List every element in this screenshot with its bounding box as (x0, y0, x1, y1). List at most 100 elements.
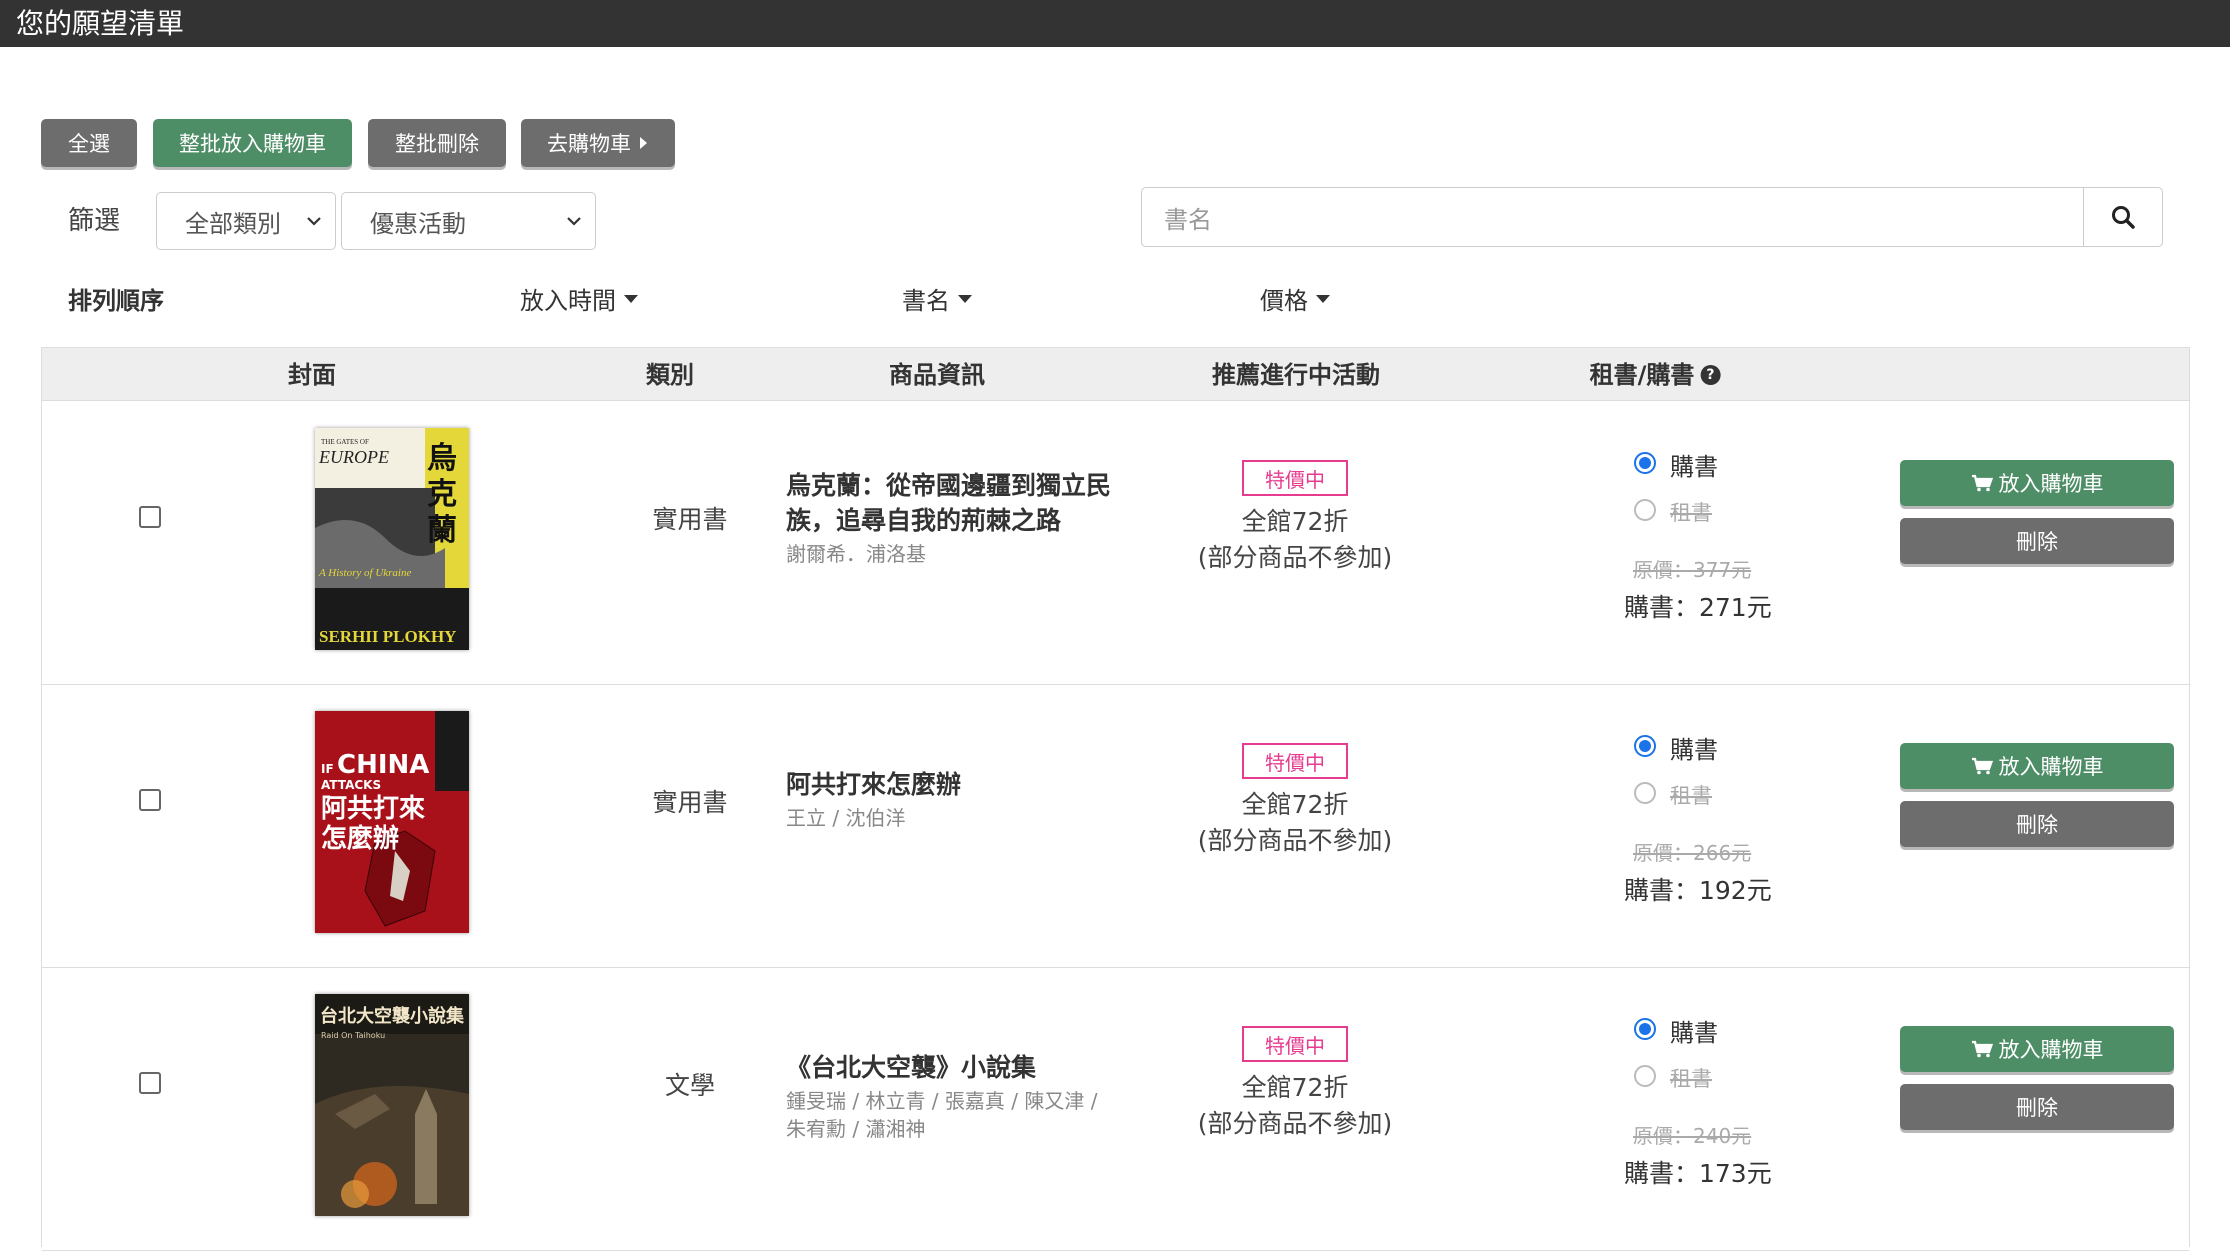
row-checkbox[interactable] (139, 789, 161, 811)
original-price: 原價：240元 (1633, 1124, 1752, 1148)
caret-right-icon (640, 137, 647, 149)
delete-button[interactable]: 刪除 (1900, 518, 2174, 564)
rent-radio-label: 租書 (1670, 784, 1712, 808)
promo-note: (部分商品不參加) (1197, 1109, 1393, 1138)
book-title-link[interactable]: 阿共打來怎麼辦 (786, 767, 1116, 802)
filter-label: 篩選 (68, 206, 121, 236)
add-to-cart-label: 放入購物車 (1998, 1038, 2104, 1062)
bulk-add-cart-button[interactable]: 整批放入購物車 (153, 119, 352, 167)
cover-text-cjk: 烏克蘭 (427, 441, 457, 548)
cover-text-cjk: 台北大空襲小說集 (320, 1005, 465, 1027)
row-category: 文學 (664, 1071, 715, 1100)
rent-radio[interactable] (1634, 1065, 1656, 1087)
page-title-bar: 您的願望清單 (0, 0, 2230, 47)
promo-text: 全館72折 (1241, 507, 1349, 536)
sort-by-price-label: 價格 (1260, 287, 1308, 315)
select-all-button[interactable]: 全選 (41, 119, 137, 167)
header-cover: 封面 (288, 361, 336, 389)
book-title-link[interactable]: 《台北大空襲》小說集 (786, 1050, 1116, 1085)
book-author[interactable]: 鍾旻瑞 / 林立青 / 張嘉真 / 陳又津 / 朱宥勳 / 瀟湘神 (786, 1087, 1106, 1143)
add-to-cart-button[interactable]: 放入購物車 (1900, 1026, 2174, 1072)
cover-text-attacks: ATTACKS (321, 778, 381, 792)
caret-down-icon (624, 294, 638, 303)
header-rent-buy: 租書/購書 ? (1590, 348, 1721, 402)
add-to-cart-button[interactable]: 放入購物車 (1900, 743, 2174, 789)
original-price: 原價：266元 (1633, 841, 1752, 865)
delete-button[interactable]: 刪除 (1900, 801, 2174, 847)
book-author[interactable]: 謝爾希．浦洛基 (786, 540, 1106, 568)
chevron-down-icon (307, 217, 321, 226)
category-select-value: 全部類別 (185, 209, 281, 238)
table-row: IF CHINA ATTACKS 阿共打來 怎麼辦 實用書 阿共打來怎麼辦 王立… (42, 685, 2189, 968)
delete-label: 刪除 (2016, 813, 2058, 837)
promo-text: 全館72折 (1241, 1073, 1349, 1102)
book-title-link[interactable]: 烏克蘭：從帝國邊疆到獨立民族，追尋自我的荊棘之路 (786, 468, 1116, 538)
delete-label: 刪除 (2016, 530, 2058, 554)
original-price: 原價：377元 (1633, 558, 1752, 582)
delete-button[interactable]: 刪除 (1900, 1084, 2174, 1130)
buy-radio[interactable] (1634, 452, 1656, 474)
sort-label: 排列順序 (68, 281, 164, 316)
book-cover[interactable]: 台北大空襲小說集 Raid On Taihoku (315, 994, 469, 1216)
sort-by-title[interactable]: 書名 (902, 281, 972, 316)
header-rent-buy-label: 租書/購書 (1589, 361, 1695, 389)
book-cover[interactable]: THE GATES OF EUROPE 烏克蘭 A History of Ukr… (315, 428, 469, 650)
header-promo: 推薦進行中活動 (1212, 361, 1380, 389)
sort-by-time[interactable]: 放入時間 (520, 281, 638, 316)
promo-text: 全館72折 (1241, 790, 1349, 819)
bulk-delete-button[interactable]: 整批刪除 (368, 119, 506, 167)
sort-label-text: 排列順序 (68, 287, 164, 315)
sort-by-price[interactable]: 價格 (1260, 281, 1330, 316)
cover-text-cjk2: 怎麼辦 (321, 823, 399, 854)
buy-radio[interactable] (1634, 1018, 1656, 1040)
chevron-down-icon (567, 217, 581, 226)
row-category: 實用書 (652, 788, 728, 817)
go-cart-button[interactable]: 去購物車 (521, 119, 675, 167)
search-placeholder: 書名 (1164, 205, 1212, 234)
delete-label: 刪除 (2016, 1096, 2058, 1120)
add-to-cart-button[interactable]: 放入購物車 (1900, 460, 2174, 506)
table-row: THE GATES OF EUROPE 烏克蘭 A History of Ukr… (42, 402, 2189, 685)
buy-price: 購書：173元 (1624, 1159, 1772, 1188)
cover-text-china: CHINA (337, 750, 429, 780)
search-button[interactable] (2083, 187, 2163, 247)
caret-down-icon (1316, 294, 1330, 303)
sale-badge: 特價中 (1242, 743, 1348, 779)
promotion-select-value: 優惠活動 (370, 209, 466, 238)
sale-badge: 特價中 (1242, 460, 1348, 496)
rent-radio[interactable] (1634, 499, 1656, 521)
row-checkbox[interactable] (139, 1072, 161, 1094)
cover-text-sub: A History of Ukraine (318, 567, 411, 579)
wishlist-table: 封面 類別 商品資訊 推薦進行中活動 租書/購書 ? THE GATES OF … (41, 347, 2190, 1251)
question-icon[interactable]: ? (1700, 365, 1721, 385)
row-checkbox[interactable] (139, 506, 161, 528)
cover-text-if: IF (321, 762, 334, 776)
cover-text-top: THE GATES OF (321, 438, 369, 446)
select-all-label: 全選 (68, 132, 110, 156)
search-input[interactable]: 書名 (1141, 187, 2084, 247)
table-row: 台北大空襲小說集 Raid On Taihoku 文學 《台北大空襲》小說集 鍾… (42, 968, 2189, 1251)
book-cover[interactable]: IF CHINA ATTACKS 阿共打來 怎麼辦 (315, 711, 469, 933)
promotion-select[interactable]: 優惠活動 (341, 192, 596, 250)
add-to-cart-label: 放入購物車 (1998, 755, 2104, 779)
rent-radio[interactable] (1634, 782, 1656, 804)
cover-image-taipei: 台北大空襲小說集 Raid On Taihoku (315, 994, 469, 1216)
table-header: 封面 類別 商品資訊 推薦進行中活動 租書/購書 ? (42, 347, 2189, 401)
cart-icon (1971, 474, 1993, 492)
cover-image-china: IF CHINA ATTACKS 阿共打來 怎麼辦 (315, 711, 469, 933)
header-category: 類別 (646, 361, 694, 389)
rent-radio-label: 租書 (1670, 501, 1712, 525)
bulk-add-cart-label: 整批放入購物車 (179, 132, 326, 156)
cover-text-main: EUROPE (318, 447, 389, 467)
cart-icon (1971, 757, 1993, 775)
buy-radio[interactable] (1634, 735, 1656, 757)
promo-note: (部分商品不參加) (1197, 543, 1393, 572)
cover-text-cjk1: 阿共打來 (321, 794, 425, 824)
buy-price: 購書：192元 (1624, 876, 1772, 905)
sort-by-time-label: 放入時間 (520, 287, 616, 315)
cover-text-author: SERHII PLOKHY (319, 627, 456, 646)
category-select[interactable]: 全部類別 (156, 192, 336, 250)
search-icon (2112, 206, 2135, 229)
bulk-delete-label: 整批刪除 (395, 132, 479, 156)
book-author[interactable]: 王立 / 沈伯洋 (786, 804, 1106, 832)
